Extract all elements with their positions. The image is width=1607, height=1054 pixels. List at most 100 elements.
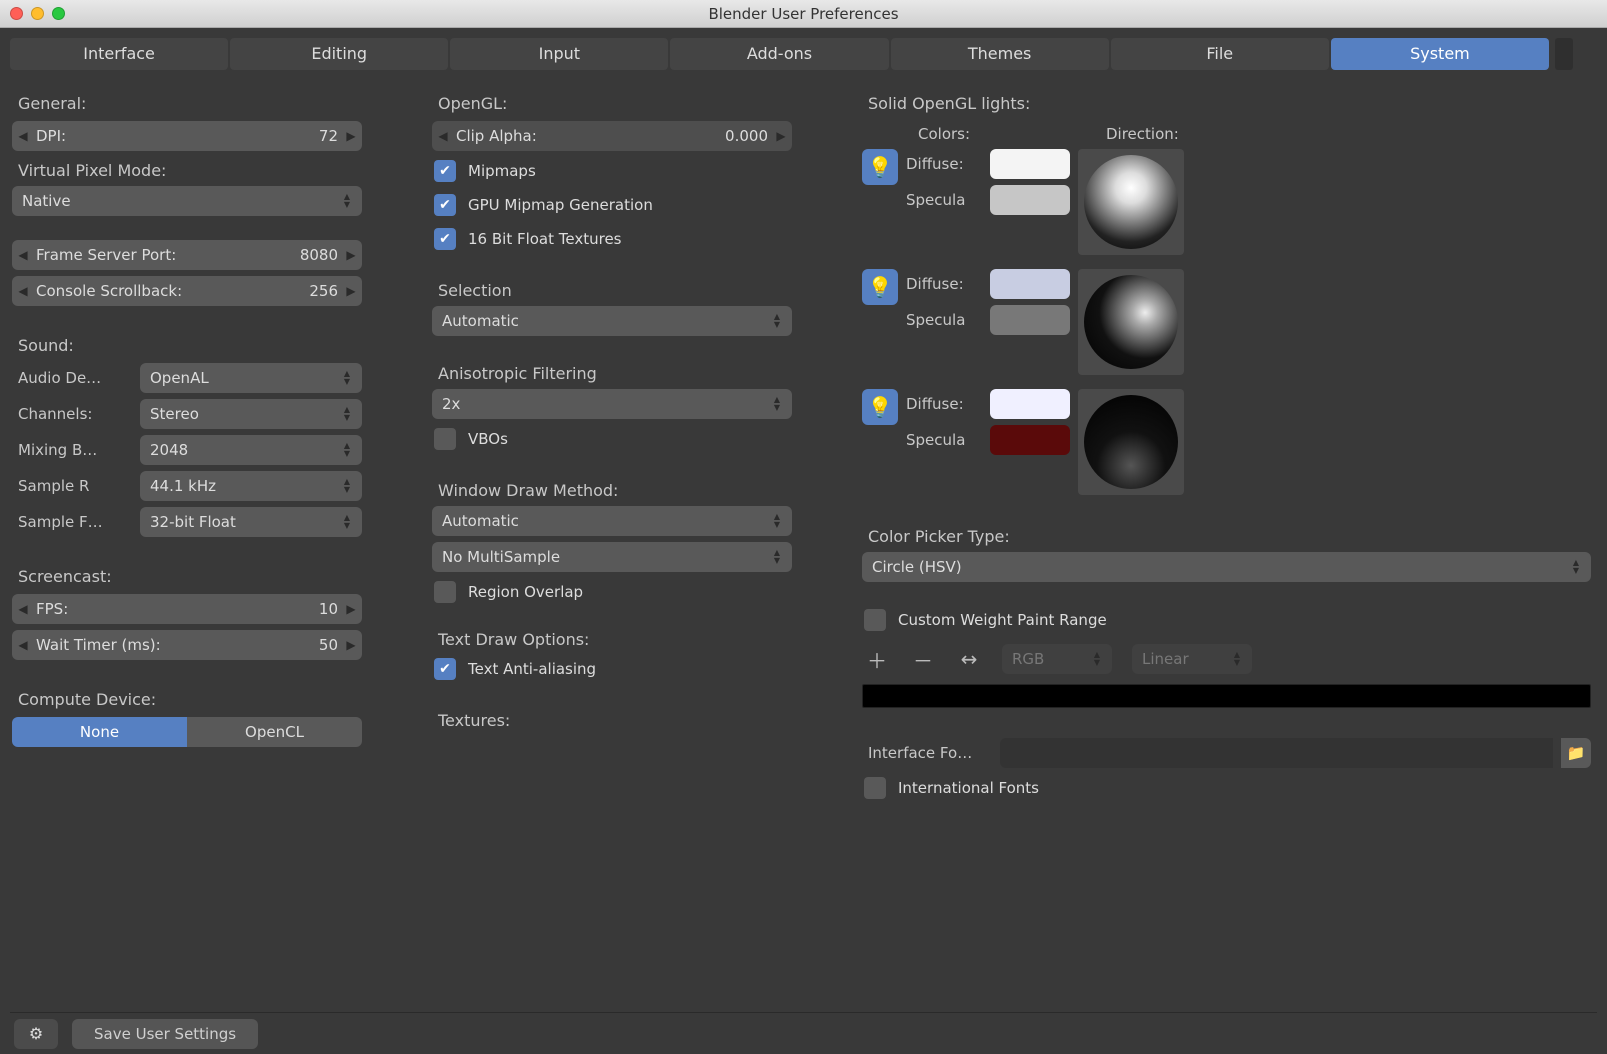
prefs-scrollbar[interactable] bbox=[1555, 38, 1573, 70]
vbos-label: VBOs bbox=[468, 430, 508, 448]
channels-dropdown[interactable]: Stereo bbox=[140, 399, 362, 429]
sound-heading: Sound: bbox=[18, 336, 362, 355]
compute-opencl-button[interactable]: OpenCL bbox=[187, 717, 362, 747]
chevron-left-icon[interactable]: ◀ bbox=[432, 129, 454, 143]
chevron-right-icon[interactable]: ▶ bbox=[340, 129, 362, 143]
editor-type-button[interactable]: ⚙ bbox=[14, 1019, 58, 1049]
colors-heading: Colors: bbox=[918, 125, 1008, 143]
compute-device-heading: Compute Device: bbox=[18, 690, 362, 709]
light2-toggle[interactable]: 💡 bbox=[862, 269, 898, 305]
vpm-value: Native bbox=[22, 192, 340, 210]
screencast-wait-field[interactable]: ◀ Wait Timer (ms): 50 ▶ bbox=[12, 630, 362, 660]
light-row-3: 💡 Diffuse: Specula bbox=[862, 389, 1591, 495]
chevron-right-icon[interactable]: ▶ bbox=[340, 638, 362, 652]
prefs-icon: ⚙ bbox=[29, 1024, 43, 1043]
frame-server-port-field[interactable]: ◀ Frame Server Port: 8080 ▶ bbox=[12, 240, 362, 270]
light1-specular-swatch[interactable] bbox=[990, 185, 1070, 215]
interface-font-field[interactable] bbox=[1000, 738, 1553, 768]
frame-port-value: 8080 bbox=[300, 246, 340, 264]
custom-weight-paint-checkbox[interactable] bbox=[864, 609, 886, 631]
gpu-mipmap-label: GPU Mipmap Generation bbox=[468, 196, 653, 214]
light3-diffuse-swatch[interactable] bbox=[990, 389, 1070, 419]
light3-toggle[interactable]: 💡 bbox=[862, 389, 898, 425]
anisotropic-heading: Anisotropic Filtering bbox=[438, 364, 792, 383]
save-user-settings-button[interactable]: Save User Settings bbox=[72, 1019, 258, 1049]
light3-specular-swatch[interactable] bbox=[990, 425, 1070, 455]
chevron-left-icon[interactable]: ◀ bbox=[12, 129, 34, 143]
light1-toggle[interactable]: 💡 bbox=[862, 149, 898, 185]
clip-alpha-field[interactable]: ◀ Clip Alpha: 0.000 ▶ bbox=[432, 121, 792, 151]
chevron-right-icon[interactable]: ▶ bbox=[340, 248, 362, 262]
gpu-mipmap-checkbox[interactable] bbox=[434, 194, 456, 216]
multisample-dropdown[interactable]: No MultiSample bbox=[432, 542, 792, 572]
tab-input[interactable]: Input bbox=[450, 38, 668, 70]
bottom-bar: ⚙ Save User Settings bbox=[10, 1012, 1597, 1054]
window-draw-method-dropdown[interactable]: Automatic bbox=[432, 506, 792, 536]
tab-interface[interactable]: Interface bbox=[10, 38, 228, 70]
color-ramp[interactable] bbox=[862, 684, 1591, 708]
window-title: Blender User Preferences bbox=[0, 5, 1607, 23]
light1-diffuse-swatch[interactable] bbox=[990, 149, 1070, 179]
bulb-icon: 💡 bbox=[868, 155, 893, 179]
chevron-left-icon[interactable]: ◀ bbox=[12, 248, 34, 262]
chevron-right-icon[interactable]: ▶ bbox=[340, 284, 362, 298]
chevron-left-icon[interactable]: ◀ bbox=[12, 638, 34, 652]
chevron-left-icon[interactable]: ◀ bbox=[12, 602, 34, 616]
prefs-tabbar: Interface Editing Input Add-ons Themes F… bbox=[10, 38, 1597, 70]
flip-icon[interactable]: ↔ bbox=[956, 647, 982, 671]
dpi-field[interactable]: ◀ DPI: 72 ▶ bbox=[12, 121, 362, 151]
bulb-icon: 💡 bbox=[868, 395, 893, 419]
international-fonts-checkbox[interactable] bbox=[864, 777, 886, 799]
light2-diffuse-label: Diffuse: bbox=[906, 269, 982, 299]
sample-format-dropdown[interactable]: 32-bit Float bbox=[140, 507, 362, 537]
vbos-checkbox[interactable] bbox=[434, 428, 456, 450]
screencast-heading: Screencast: bbox=[18, 567, 362, 586]
mixing-buffer-dropdown[interactable]: 2048 bbox=[140, 435, 362, 465]
international-fonts-label: International Fonts bbox=[898, 779, 1039, 797]
text-aa-checkbox[interactable] bbox=[434, 658, 456, 680]
custom-weight-paint-label: Custom Weight Paint Range bbox=[898, 611, 1107, 629]
light1-direction-widget[interactable] bbox=[1078, 149, 1184, 255]
compute-none-button[interactable]: None bbox=[12, 717, 187, 747]
updown-icon bbox=[1090, 651, 1104, 667]
light1-diffuse-label: Diffuse: bbox=[906, 149, 982, 179]
color-picker-dropdown[interactable]: Circle (HSV) bbox=[862, 552, 1591, 582]
anisotropic-dropdown[interactable]: 2x bbox=[432, 389, 792, 419]
virtual-pixel-mode-dropdown[interactable]: Native bbox=[12, 186, 362, 216]
solid-lights-heading: Solid OpenGL lights: bbox=[868, 94, 1591, 113]
tab-file[interactable]: File bbox=[1111, 38, 1329, 70]
float16-textures-checkbox[interactable] bbox=[434, 228, 456, 250]
chevron-right-icon[interactable]: ▶ bbox=[770, 129, 792, 143]
console-scrollback-field[interactable]: ◀ Console Scrollback: 256 ▶ bbox=[12, 276, 362, 306]
tab-themes[interactable]: Themes bbox=[891, 38, 1109, 70]
selection-dropdown[interactable]: Automatic bbox=[432, 306, 792, 336]
tab-addons[interactable]: Add-ons bbox=[670, 38, 888, 70]
region-overlap-label: Region Overlap bbox=[468, 583, 583, 601]
region-overlap-checkbox[interactable] bbox=[434, 581, 456, 603]
updown-icon bbox=[770, 513, 784, 529]
minus-icon[interactable]: － bbox=[910, 645, 936, 674]
open-file-button[interactable]: 📁 bbox=[1561, 738, 1591, 768]
tab-editing[interactable]: Editing bbox=[230, 38, 448, 70]
console-scrollback-label: Console Scrollback: bbox=[34, 282, 309, 300]
light3-direction-widget[interactable] bbox=[1078, 389, 1184, 495]
mipmaps-checkbox[interactable] bbox=[434, 160, 456, 182]
chevron-right-icon[interactable]: ▶ bbox=[340, 602, 362, 616]
interpolation-dropdown[interactable]: Linear bbox=[1132, 644, 1252, 674]
light2-specular-swatch[interactable] bbox=[990, 305, 1070, 335]
updown-icon bbox=[340, 193, 354, 209]
screencast-fps-field[interactable]: ◀ FPS: 10 ▶ bbox=[12, 594, 362, 624]
light2-direction-widget[interactable] bbox=[1078, 269, 1184, 375]
tab-system[interactable]: System bbox=[1331, 38, 1549, 70]
updown-icon bbox=[770, 549, 784, 565]
light2-diffuse-swatch[interactable] bbox=[990, 269, 1070, 299]
selection-heading: Selection bbox=[438, 281, 792, 300]
audio-device-dropdown[interactable]: OpenAL bbox=[140, 363, 362, 393]
updown-icon bbox=[770, 313, 784, 329]
light3-specular-label: Specula bbox=[906, 425, 982, 455]
chevron-left-icon[interactable]: ◀ bbox=[12, 284, 34, 298]
sample-rate-dropdown[interactable]: 44.1 kHz bbox=[140, 471, 362, 501]
updown-icon bbox=[340, 370, 354, 386]
plus-icon[interactable]: ＋ bbox=[864, 645, 890, 674]
colorspace-dropdown[interactable]: RGB bbox=[1002, 644, 1112, 674]
